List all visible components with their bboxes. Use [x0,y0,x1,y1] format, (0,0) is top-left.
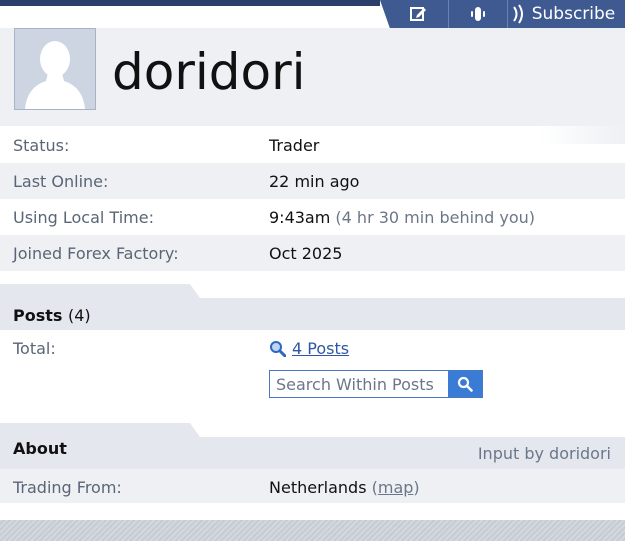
joined-row: Joined Forex Factory: Oct 2025 [0,235,625,271]
trading-from-value: Netherlands (map) [269,478,420,497]
search-posts-input[interactable] [270,371,450,397]
last-online-row: Last Online: 22 min ago [0,163,625,199]
about-section-header: About Input by doridori [0,423,625,469]
follow-button[interactable] [448,0,507,28]
status-label: Status: [13,136,70,155]
local-time-row: Using Local Time: 9:43am (4 hr 30 min be… [0,199,625,235]
last-online-value: 22 min ago [269,172,360,191]
map-close-paren: ) [413,478,420,497]
posts-link[interactable]: 4 Posts [269,339,349,358]
profile-header: doridori [0,28,625,126]
subscribe-icon [512,4,523,24]
trading-from-row: Trading From: Netherlands (map) [0,469,625,503]
status-row: Status: Trader [0,127,625,163]
trading-from-label: Trading From: [13,478,122,497]
about-title: About [13,439,67,458]
input-by-label: Input by doridori [477,444,611,463]
profile-page: Subscribe doridori Status: Trader Last O… [0,0,625,541]
page-footer-pattern [0,520,625,541]
about-section-tab [0,423,200,437]
local-time-value: 9:43am (4 hr 30 min behind you) [269,208,535,227]
top-bar: Subscribe [0,0,625,28]
local-time-clock: 9:43am [269,208,331,227]
trading-from-country: Netherlands [269,478,367,497]
posts-section-title: Posts (4) [13,306,91,325]
username: doridori [112,43,306,101]
search-icon [270,341,286,357]
posts-link-label[interactable]: 4 Posts [292,339,349,358]
posts-count: (4) [68,306,91,325]
joined-value: Oct 2025 [269,244,343,263]
posts-section-tab [0,284,200,298]
default-avatar-icon [15,29,95,109]
status-value: Trader [269,136,320,155]
posts-section-header: Posts (4) [0,284,625,330]
map-link[interactable]: map [378,478,414,497]
top-bar-stripe [0,0,380,6]
edit-note-icon [410,7,426,21]
edit-note-button[interactable] [380,0,448,28]
follow-icon [471,7,485,21]
avatar [14,28,96,110]
subscribe-button[interactable]: Subscribe [507,0,625,28]
posts-total-label: Total: [13,339,56,358]
posts-title: Posts [13,306,63,325]
subscribe-label: Subscribe [531,4,616,24]
search-icon [457,376,473,392]
joined-label: Joined Forex Factory: [13,244,179,263]
last-online-label: Last Online: [13,172,109,191]
profile-actions: Subscribe [380,0,625,28]
search-posts-form [269,370,483,398]
search-posts-button[interactable] [448,371,482,397]
local-time-label: Using Local Time: [13,208,154,227]
local-time-offset: (4 hr 30 min behind you) [335,208,536,227]
